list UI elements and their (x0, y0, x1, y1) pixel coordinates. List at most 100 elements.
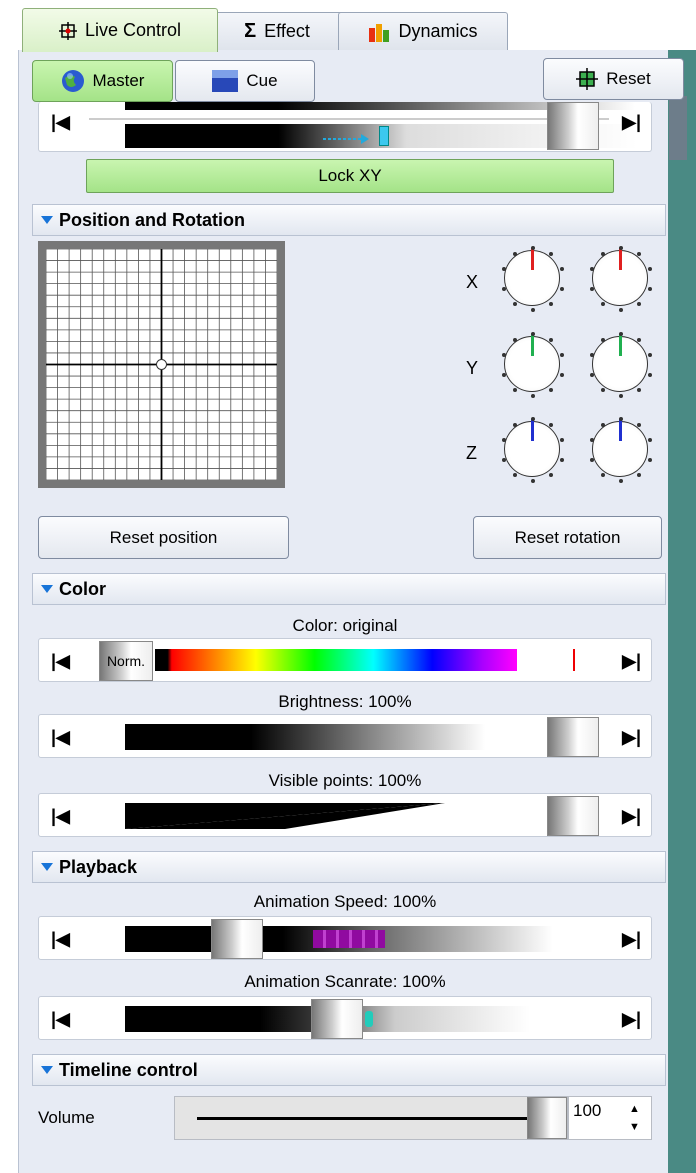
crosshair-icon (58, 21, 77, 40)
visible-points-slider[interactable]: |◀ ▶| (38, 793, 652, 837)
dial-tick (512, 473, 517, 478)
dial-tick (512, 337, 517, 342)
rotation-dial-x[interactable] (501, 246, 565, 312)
brightness-label: Brightness: 100% (278, 692, 412, 711)
scanrate-knob[interactable] (311, 999, 363, 1039)
master-button[interactable]: Master (32, 60, 173, 102)
dial-tick (589, 286, 594, 291)
color-white-end (517, 649, 573, 671)
speed-knob[interactable] (211, 919, 263, 959)
spin-up-icon[interactable]: ▲ (629, 1103, 640, 1115)
speed-label: Animation Speed: 100% (253, 892, 437, 911)
last-icon[interactable]: ▶| (622, 929, 641, 950)
color-slider[interactable]: |◀ Norm. ▶| (38, 638, 652, 682)
color-spectrum (155, 649, 575, 671)
norm-knob[interactable]: Norm. (99, 641, 153, 681)
playback-header[interactable]: Playback (32, 851, 666, 883)
first-icon[interactable]: |◀ (51, 929, 70, 950)
dial-tick (600, 251, 605, 256)
dial-tick (531, 479, 535, 483)
rotation-dial-y[interactable] (589, 332, 653, 398)
dial-tick (531, 308, 535, 312)
volume-knob[interactable] (527, 1097, 567, 1139)
spin-down-icon[interactable]: ▼ (629, 1121, 640, 1133)
tab-dynamics[interactable]: Dynamics (338, 12, 508, 50)
dial-tick (600, 388, 605, 393)
position-rotation-header[interactable]: Position and Rotation (32, 204, 666, 236)
dial-tick (619, 394, 623, 398)
first-icon[interactable]: |◀ (51, 727, 70, 748)
dial-tick (501, 267, 506, 272)
last-icon[interactable]: ▶| (622, 806, 641, 827)
reset-rotation-button[interactable]: Reset rotation (473, 516, 662, 559)
brightness-knob[interactable] (547, 717, 599, 757)
last-icon[interactable]: ▶| (622, 1009, 641, 1030)
collapse-triangle-icon (41, 585, 53, 593)
dial-tick (619, 417, 623, 421)
cue-button[interactable]: Cue (175, 60, 315, 102)
dial-tick (619, 332, 623, 336)
dial-pointer (619, 248, 622, 270)
dial-tick (589, 353, 594, 358)
position-pad[interactable] (38, 241, 285, 488)
dial-tick (589, 267, 594, 272)
lock-xy-label: Lock XY (318, 166, 382, 185)
collapse-triangle-icon (41, 863, 53, 871)
brightness-slider[interactable]: |◀ ▶| (38, 714, 652, 758)
first-icon[interactable]: |◀ (51, 806, 70, 827)
first-icon[interactable]: |◀ (51, 1009, 70, 1030)
animation-scanrate-slider[interactable]: |◀ ▶| (38, 996, 652, 1040)
volume-slider[interactable] (174, 1096, 568, 1140)
dynamics-icon (369, 23, 390, 42)
visible-points-knob[interactable] (547, 796, 599, 836)
tab-label: Dynamics (398, 21, 478, 41)
xy-knob[interactable] (547, 102, 599, 150)
dial-pointer (531, 248, 534, 270)
master-label: Master (92, 71, 145, 90)
dial-tick (501, 353, 506, 358)
timeline-header[interactable]: Timeline control (32, 1054, 666, 1086)
last-icon[interactable]: ▶| (622, 727, 641, 748)
scrollbar[interactable] (668, 50, 696, 1173)
color-header[interactable]: Color (32, 573, 666, 605)
scrollbar-thumb[interactable] (669, 96, 687, 160)
sigma-icon: Σ (244, 20, 257, 42)
tab-label: Live Control (84, 20, 182, 40)
section-title: Position and Rotation (59, 209, 245, 230)
volume-spinbox[interactable]: 100 ▲ ▼ (568, 1096, 652, 1140)
dial-tick (501, 457, 506, 462)
dial-tick (531, 417, 535, 421)
visible-points-track (125, 803, 445, 829)
tab-effect[interactable]: Σ Effect (210, 12, 344, 50)
position-grid (46, 249, 277, 480)
reset-button[interactable]: Reset (543, 58, 684, 100)
xy-arrow-icon (317, 130, 379, 144)
rotation-dial-y[interactable] (501, 332, 565, 398)
xy-marker[interactable] (379, 126, 389, 146)
dial-tick (589, 457, 594, 462)
rotation-dial-z[interactable] (589, 417, 653, 483)
last-icon[interactable]: ▶| (622, 112, 641, 133)
rotation-dial-z[interactable] (501, 417, 565, 483)
axis-label-y: Y (466, 358, 479, 378)
animation-speed-slider[interactable]: |◀ ▶| (38, 916, 652, 960)
dial-pointer (531, 334, 534, 356)
last-icon[interactable]: ▶| (622, 651, 641, 672)
first-icon[interactable]: |◀ (51, 112, 70, 133)
dial-tick (531, 394, 535, 398)
collapse-triangle-icon (41, 1066, 53, 1074)
reset-position-button[interactable]: Reset position (38, 516, 289, 559)
volume-label: Volume (38, 1108, 95, 1127)
dial-tick (600, 422, 605, 427)
rotation-dial-x[interactable] (589, 246, 653, 312)
tab-live-control[interactable]: Live Control (22, 8, 218, 52)
scanrate-marker (365, 1011, 373, 1027)
first-icon[interactable]: |◀ (51, 651, 70, 672)
cue-icon (212, 70, 239, 92)
lock-xy-button[interactable]: Lock XY (86, 159, 614, 193)
dial-tick (619, 479, 623, 483)
dial-tick (619, 308, 623, 312)
xy-slider[interactable]: |◀ ▶| (38, 102, 652, 152)
reset-position-label: Reset position (109, 527, 218, 547)
globe-icon (61, 70, 84, 92)
